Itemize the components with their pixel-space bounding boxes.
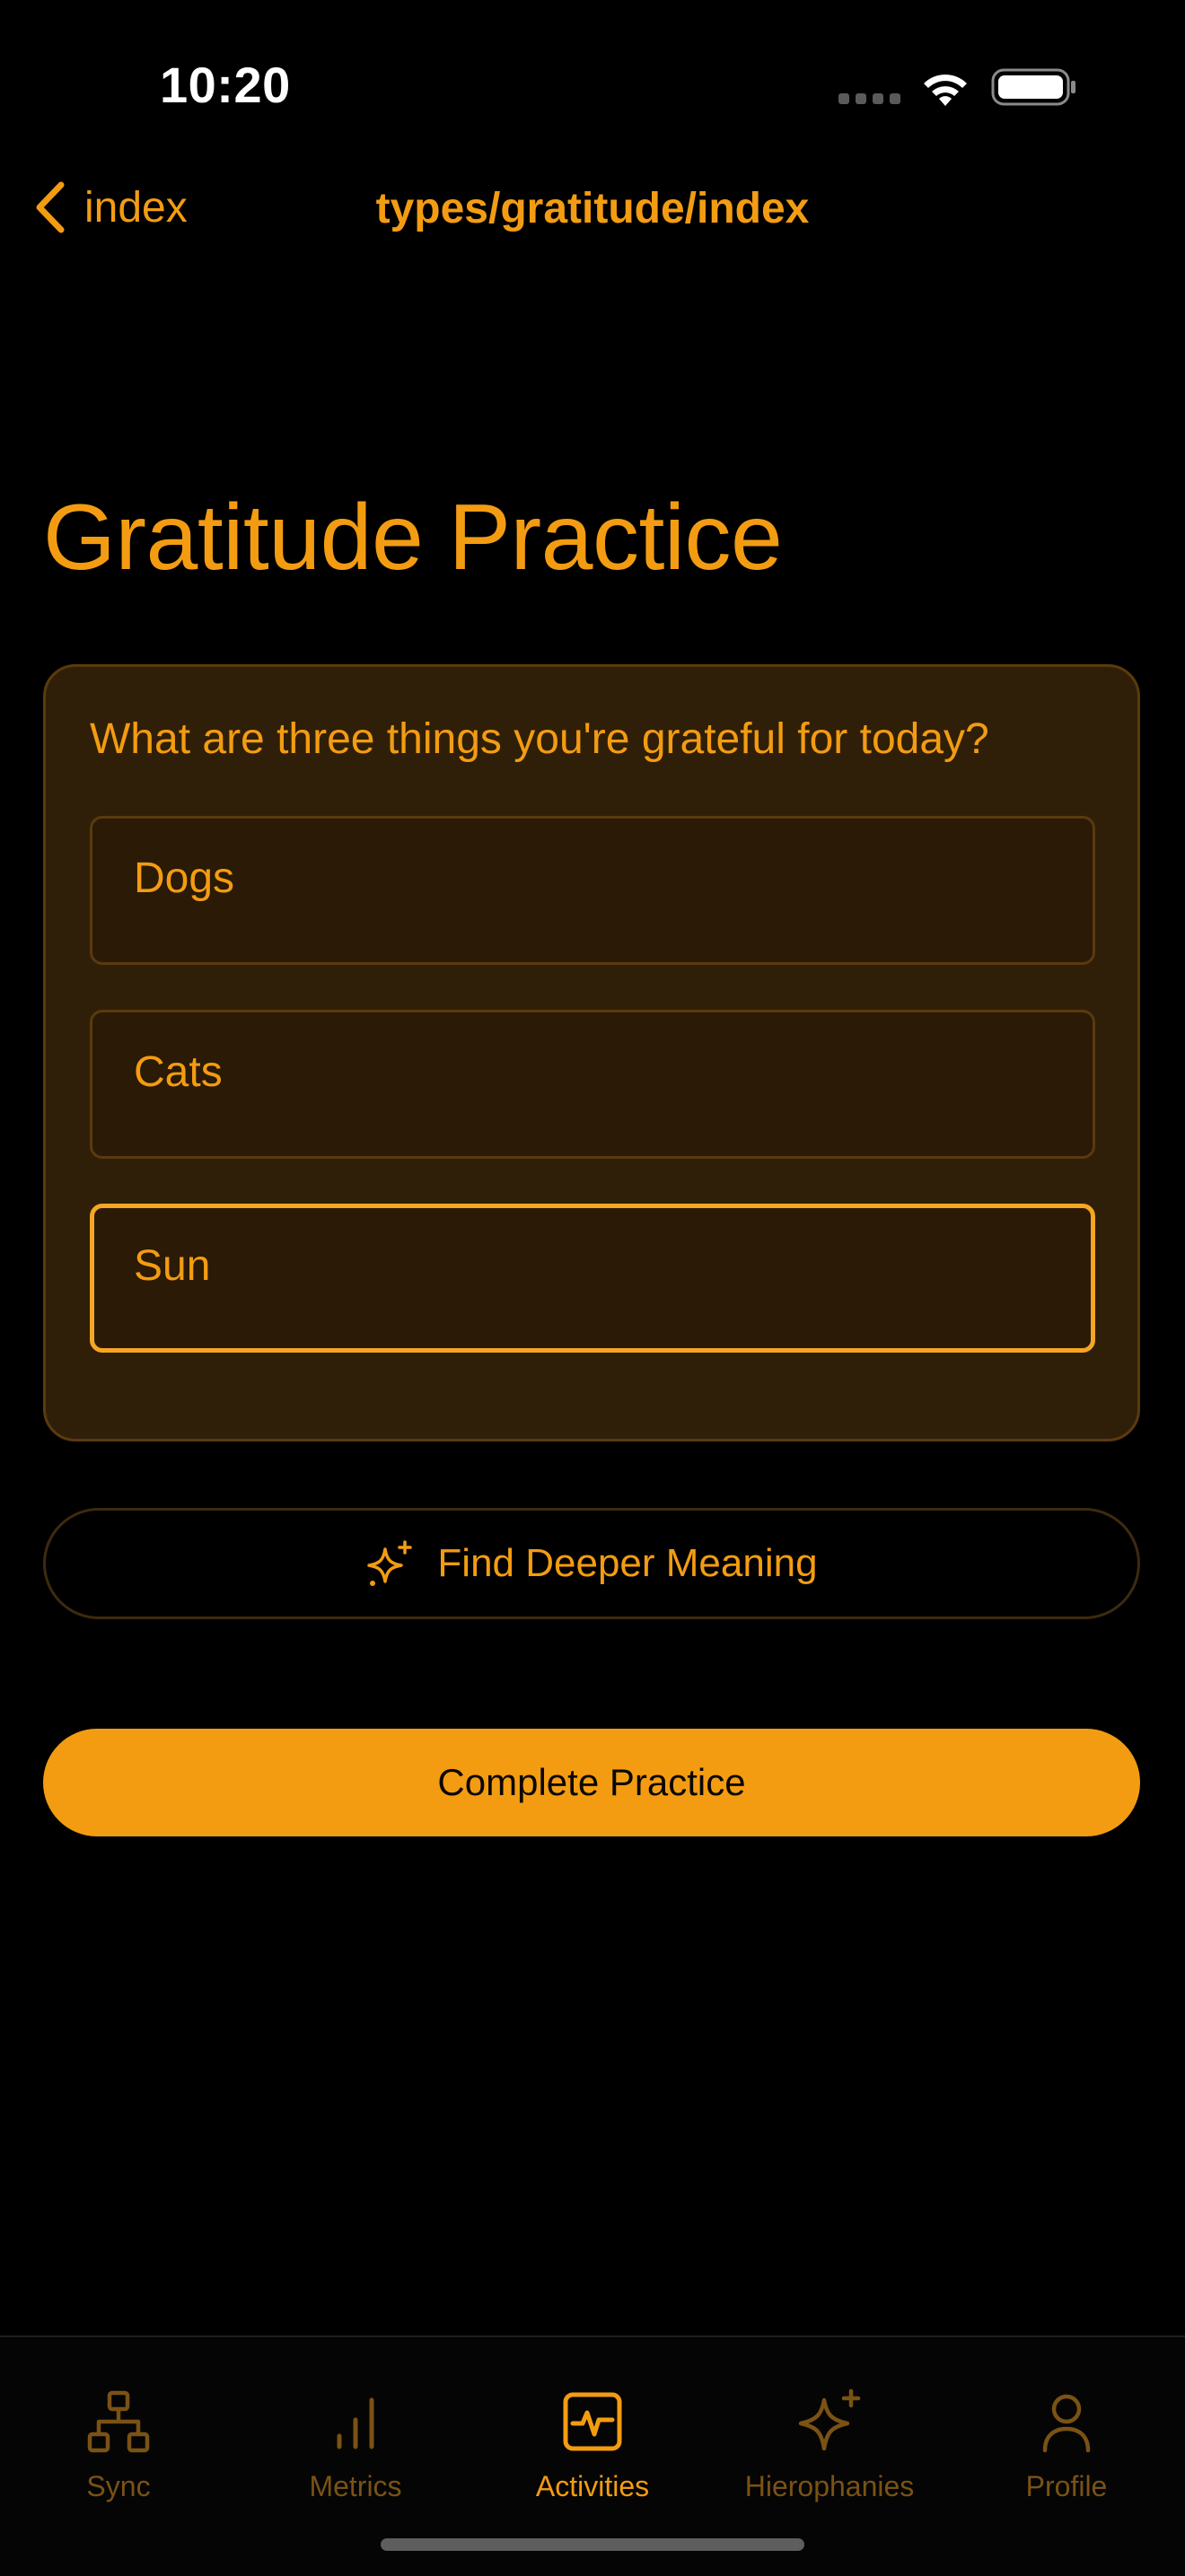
tab-sync[interactable]: Sync — [0, 2388, 237, 2503]
gratitude-entry-1[interactable]: Dogs — [90, 816, 1095, 965]
gratitude-entry-2[interactable]: Cats — [90, 1010, 1095, 1159]
activity-icon — [563, 2392, 622, 2451]
find-deeper-meaning-button[interactable]: Find Deeper Meaning — [43, 1508, 1140, 1619]
sparkles-icon — [798, 2388, 861, 2451]
complete-practice-button[interactable]: Complete Practice — [43, 1729, 1140, 1836]
bar-chart-icon — [337, 2397, 374, 2449]
sparkles-icon — [367, 1540, 413, 1586]
find-deeper-meaning-label: Find Deeper Meaning — [437, 1541, 818, 1585]
tab-metrics[interactable]: Metrics — [237, 2388, 474, 2503]
gratitude-entry-3[interactable]: Sun — [90, 1204, 1095, 1353]
tab-label: Hierophanies — [744, 2470, 915, 2502]
complete-practice-label: Complete Practice — [437, 1761, 746, 1803]
user-icon — [1042, 2394, 1091, 2453]
status-time: 10:20 — [160, 57, 291, 113]
tab-label: Activities — [535, 2470, 650, 2502]
tab-label: Metrics — [309, 2470, 402, 2502]
tab-hierophanies[interactable]: Hierophanies — [711, 2388, 948, 2503]
tab-profile[interactable]: Profile — [948, 2388, 1185, 2503]
card-prompt: What are three things you're grateful fo… — [90, 715, 989, 763]
page-title: Gratitude Practice — [43, 486, 783, 590]
tab-label: Profile — [1025, 2470, 1108, 2502]
nav-title: types/gratitude/index — [375, 185, 810, 232]
battery-icon — [991, 68, 1075, 106]
tab-label: Sync — [86, 2470, 151, 2502]
entry-value: Dogs — [134, 854, 235, 902]
sitemap-icon — [87, 2390, 150, 2453]
tab-activities[interactable]: Activities — [474, 2388, 711, 2503]
entry-value: Sun — [134, 1241, 211, 1290]
home-indicator[interactable] — [381, 2538, 804, 2551]
cellular-signal-icon — [838, 93, 900, 104]
entry-value: Cats — [134, 1047, 223, 1096]
wifi-icon — [924, 74, 967, 106]
